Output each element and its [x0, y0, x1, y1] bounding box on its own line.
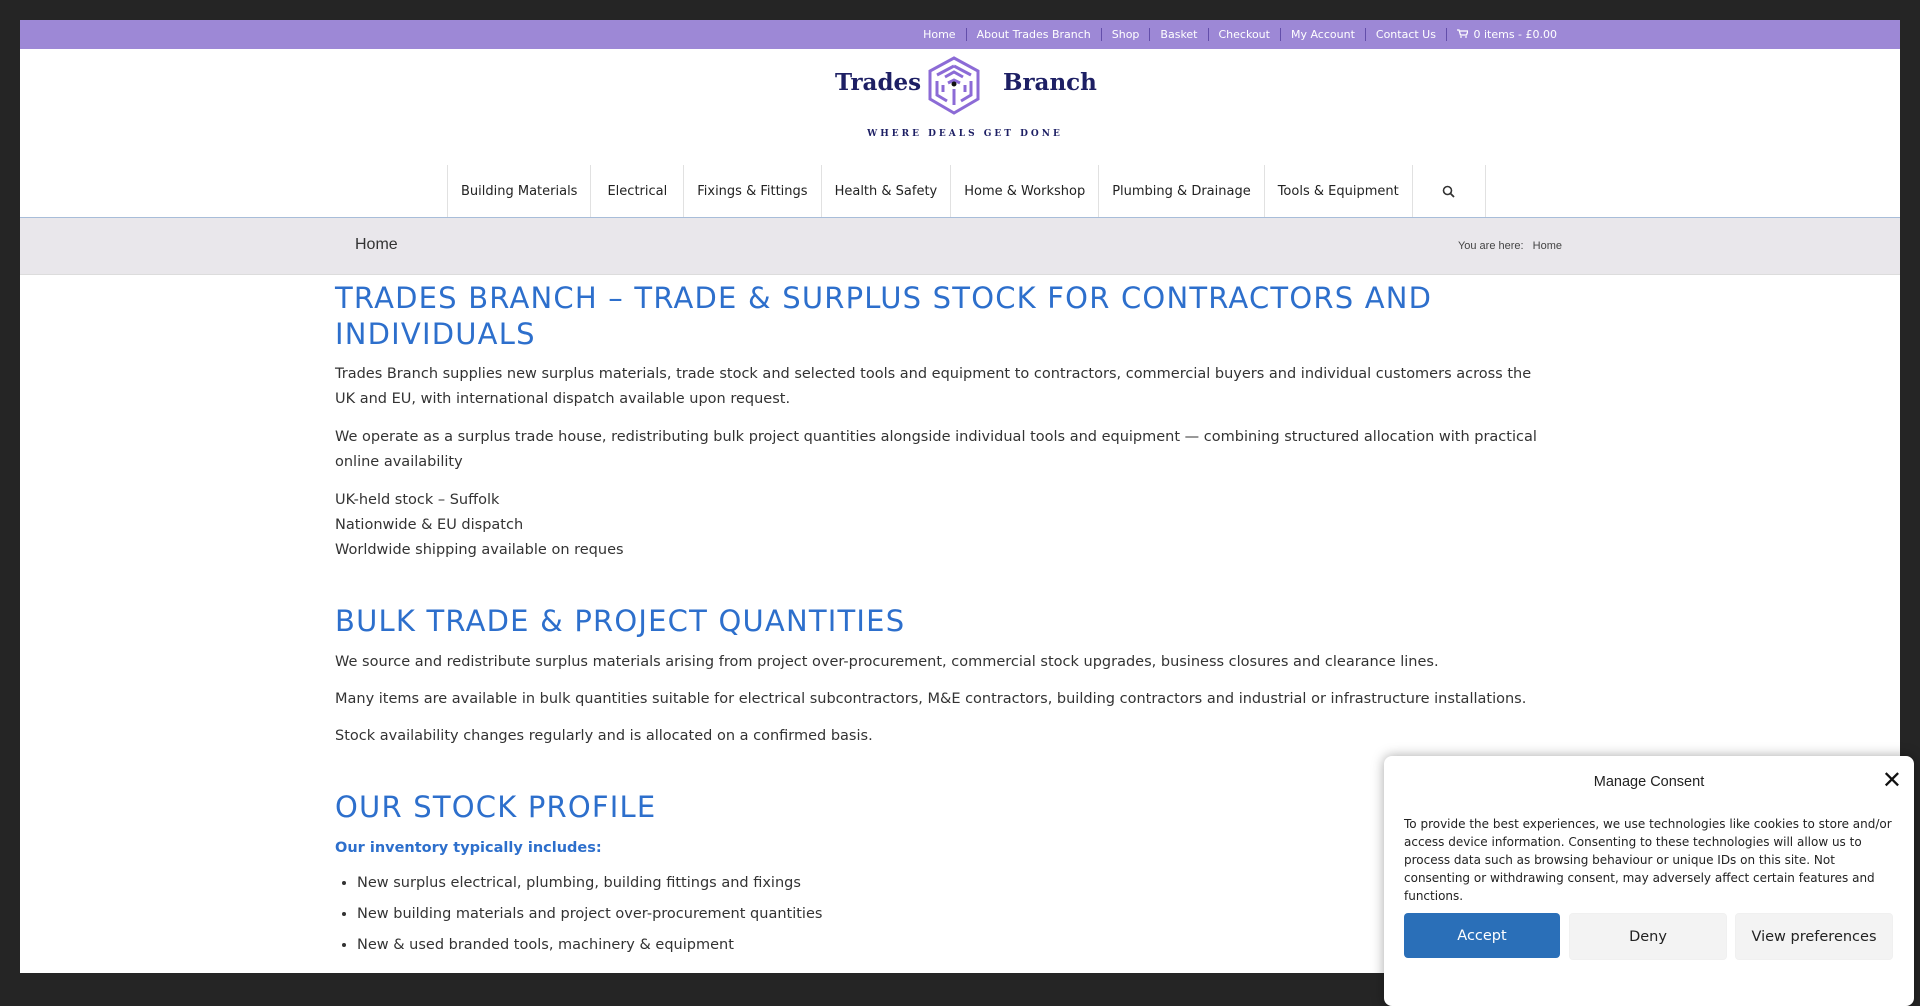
page-title-bar: Home You are here: Home [20, 218, 1900, 275]
location-line: UK-held stock – Suffolk [335, 492, 500, 508]
top-link-shop[interactable]: Shop [1100, 28, 1150, 41]
logo-tagline: WHERE DEALS GET DONE [867, 129, 1063, 139]
close-icon[interactable]: ✕ [1882, 768, 1902, 792]
logo-word-right: Branch [1003, 69, 1097, 96]
main-menu: Building Materials Electrical Fixings & … [447, 165, 1486, 217]
main-nav: Building Materials Electrical Fixings & … [20, 165, 1900, 218]
stock-list: New surplus electrical, plumbing, buildi… [335, 868, 1545, 961]
top-menu: Home About Trades Branch Shop Basket Che… [913, 20, 1567, 49]
heading-bulk-trade: BULK TRADE & PROJECT QUANTITIES [335, 604, 906, 638]
top-link-basket[interactable]: Basket [1149, 28, 1207, 41]
stock-lead: Our inventory typically includes: [335, 840, 602, 856]
bulk-paragraph-3: Stock availability changes regularly and… [335, 728, 873, 744]
intro-paragraph-1: Trades Branch supplies new surplus mater… [335, 366, 1532, 407]
top-link-about[interactable]: About Trades Branch [965, 28, 1101, 41]
top-link-checkout[interactable]: Checkout [1207, 28, 1280, 41]
site-logo[interactable]: Trades Branch WHERE DEALS GET DONE [835, 55, 1097, 155]
deny-button[interactable]: Deny [1569, 913, 1727, 960]
top-bar: Home About Trades Branch Shop Basket Che… [20, 20, 1900, 49]
nav-plumbing-drainage[interactable]: Plumbing & Drainage [1098, 165, 1264, 217]
top-link-home[interactable]: Home [913, 28, 965, 41]
location-line: Nationwide & EU dispatch [335, 517, 524, 533]
cube-maze-icon [928, 56, 980, 115]
consent-title: Manage Consent [1593, 774, 1705, 790]
list-item: New & used branded tools, machinery & eq… [357, 930, 1545, 961]
consent-text: To provide the best experiences, we use … [1404, 817, 1892, 903]
nav-electrical[interactable]: Electrical [590, 165, 683, 217]
breadcrumb-prefix: You are here: [1457, 240, 1524, 252]
heading-intro: TRADES BRANCH – TRADE & SURPLUS STOCK FO… [335, 281, 1433, 351]
location-lines: UK-held stock – Suffolk Nationwide & EU … [335, 488, 1545, 563]
list-item: New building materials and project over-… [357, 899, 1545, 930]
cart-summary: 0 items - £0.00 [1473, 28, 1557, 41]
bulk-paragraph-2: Many items are available in bulk quantit… [335, 691, 1527, 707]
nav-health-safety[interactable]: Health & Safety [820, 165, 951, 217]
nav-tools-equipment[interactable]: Tools & Equipment [1263, 165, 1412, 217]
page-title[interactable]: Home [355, 236, 398, 254]
top-link-cart[interactable]: 0 items - £0.00 [1445, 28, 1567, 41]
cookie-consent-dialog: Manage Consent ✕ To provide the best exp… [1384, 756, 1914, 1006]
top-link-my-account[interactable]: My Account [1279, 28, 1365, 41]
breadcrumb: You are here: Home [1458, 240, 1562, 252]
logo-word-left: Trades [835, 69, 922, 96]
top-link-contact[interactable]: Contact Us [1364, 28, 1446, 41]
accept-button[interactable]: Accept [1404, 913, 1560, 958]
list-item: New surplus electrical, plumbing, buildi… [357, 868, 1545, 899]
bulk-paragraph-1: We source and redistribute surplus mater… [335, 654, 1439, 670]
main-content: TRADES BRANCH – TRADE & SURPLUS STOCK FO… [335, 280, 1545, 961]
nav-home-workshop[interactable]: Home & Workshop [950, 165, 1098, 217]
view-preferences-button[interactable]: View preferences [1735, 913, 1893, 960]
nav-search-button[interactable] [1411, 165, 1486, 217]
cart-icon [1456, 28, 1472, 41]
intro-paragraph-2: We operate as a surplus trade house, red… [335, 429, 1537, 470]
search-icon [1442, 185, 1455, 198]
nav-building-materials[interactable]: Building Materials [447, 165, 590, 217]
breadcrumb-home[interactable]: Home [1533, 240, 1562, 252]
nav-fixings-fittings[interactable]: Fixings & Fittings [683, 165, 820, 217]
heading-stock-profile: OUR STOCK PROFILE [335, 790, 657, 824]
location-line: Worldwide shipping available on reques [335, 542, 624, 558]
site-header: Trades Branch WHERE DEALS GET DONE [20, 49, 1900, 165]
